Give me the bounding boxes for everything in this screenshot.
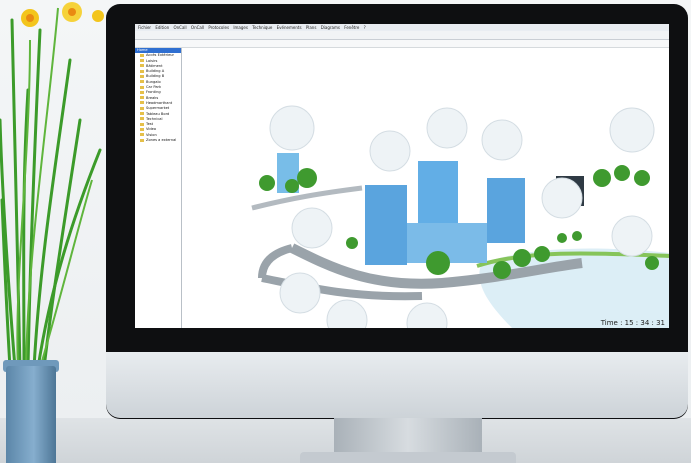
- photo-scene: Fichier Edition OnCall OnCall Protocoles…: [0, 0, 691, 463]
- menu-item[interactable]: Images: [233, 25, 248, 30]
- menu-bar: Fichier Edition OnCall OnCall Protocoles…: [135, 24, 669, 31]
- menu-item[interactable]: Edition: [155, 25, 169, 30]
- tree-item[interactable]: Zones a external: [135, 138, 181, 143]
- menu-item[interactable]: Fenêtre: [344, 25, 359, 30]
- clock-readout: Time : 15 : 34 : 31: [600, 319, 665, 327]
- menu-item[interactable]: Plans: [306, 25, 317, 30]
- menu-item[interactable]: Fichier: [138, 25, 151, 30]
- navigation-tree: Home Accès Extérieur Loisirs Bâtiment Bu…: [135, 48, 182, 328]
- secondary-toolbar: [135, 40, 669, 55]
- menu-item[interactable]: ?: [364, 25, 366, 30]
- menu-item[interactable]: OnCall: [191, 25, 204, 30]
- menu-item[interactable]: Evénements: [277, 25, 302, 30]
- menu-item[interactable]: OnCall: [173, 25, 186, 30]
- menu-item[interactable]: Diagrams: [321, 25, 340, 30]
- menu-item[interactable]: Technique: [252, 25, 272, 30]
- toolbar: [135, 31, 669, 46]
- flower-pot: [6, 366, 56, 463]
- site-plan-canvas[interactable]: Time : 15 : 34 : 31: [182, 48, 669, 328]
- daffodil-plant: [0, 2, 104, 370]
- monitor-chin: [106, 352, 688, 418]
- monitor-stand-base: [300, 452, 516, 463]
- monitor-screen: Fichier Edition OnCall OnCall Protocoles…: [135, 24, 669, 328]
- city-illustration: [251, 105, 669, 328]
- flower-icon: [21, 2, 104, 27]
- menu-item[interactable]: Protocoles: [208, 25, 229, 30]
